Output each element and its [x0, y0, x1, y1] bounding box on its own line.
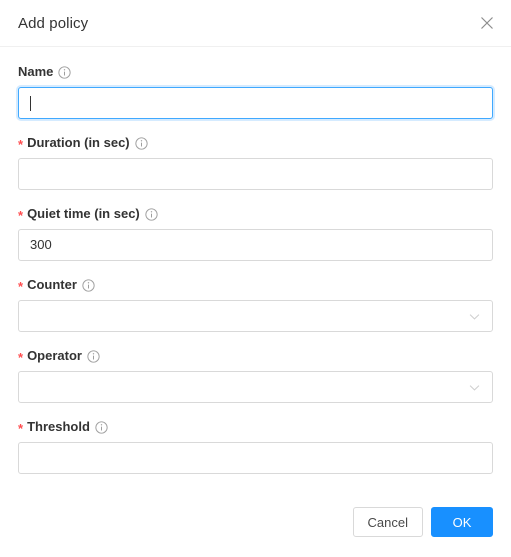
field-label-text: Threshold: [27, 419, 90, 434]
field-label-text: Counter: [27, 277, 77, 292]
field-label-counter: * Counter: [18, 277, 493, 293]
dialog-title: Add policy: [18, 14, 89, 32]
info-circle-icon[interactable]: [95, 420, 108, 434]
field-label-threshold: * Threshold: [18, 419, 493, 435]
field-label-duration: * Duration (in sec): [18, 135, 493, 151]
chevron-down-icon[interactable]: [468, 310, 481, 323]
info-circle-icon[interactable]: [82, 278, 95, 292]
operator-select[interactable]: [18, 371, 493, 403]
required-asterisk: *: [18, 420, 24, 436]
threshold-input[interactable]: [18, 442, 493, 474]
field-label-text: Name: [18, 64, 54, 79]
ok-button[interactable]: OK: [431, 507, 493, 537]
chevron-down-icon[interactable]: [468, 381, 481, 394]
field-counter: * Counter: [18, 277, 493, 332]
field-label-name: Name: [18, 64, 493, 80]
field-name: Name: [18, 64, 493, 119]
field-operator: * Operator: [18, 348, 493, 403]
quiet-time-input-value: 300: [30, 237, 52, 252]
required-asterisk: *: [18, 278, 24, 294]
close-icon[interactable]: [473, 9, 501, 37]
info-circle-icon[interactable]: [87, 349, 100, 363]
required-asterisk: *: [18, 207, 24, 223]
text-caret: [30, 95, 31, 111]
required-asterisk: *: [18, 136, 24, 152]
field-label-text: Quiet time (in sec): [27, 206, 140, 221]
dialog-header: Add policy: [0, 0, 511, 47]
duration-input[interactable]: [18, 158, 493, 190]
field-duration: * Duration (in sec): [18, 135, 493, 190]
info-circle-icon[interactable]: [58, 65, 72, 79]
field-label-operator: * Operator: [18, 348, 493, 364]
field-threshold: * Threshold: [18, 419, 493, 474]
dialog-body: Name * Duration (in sec) * Quiet time (i…: [0, 64, 511, 474]
name-input[interactable]: [18, 87, 493, 119]
field-label-quiet-time: * Quiet time (in sec): [18, 206, 493, 222]
info-circle-icon[interactable]: [145, 207, 158, 221]
dialog-footer: Cancel OK: [0, 485, 511, 557]
add-policy-dialog: Add policy Name * Duration (in sec) * Qu…: [0, 0, 511, 557]
info-circle-icon[interactable]: [135, 136, 148, 150]
field-quiet-time: * Quiet time (in sec) 300: [18, 206, 493, 261]
field-label-text: Operator: [27, 348, 82, 363]
quiet-time-input[interactable]: 300: [18, 229, 493, 261]
counter-select[interactable]: [18, 300, 493, 332]
field-label-text: Duration (in sec): [27, 135, 130, 150]
required-asterisk: *: [18, 349, 24, 365]
cancel-button[interactable]: Cancel: [352, 507, 423, 537]
